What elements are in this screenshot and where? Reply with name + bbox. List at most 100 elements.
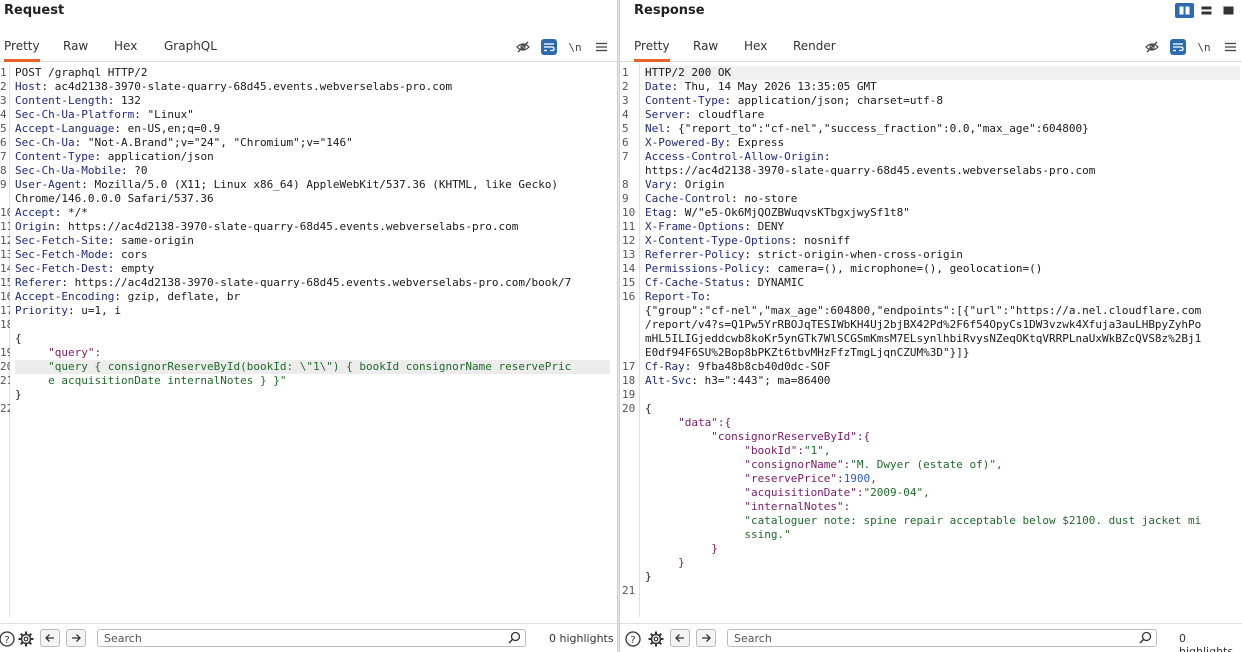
code-line[interactable]: Chrome/146.0.0.0 Safari/537.36 — [15, 192, 610, 206]
request-tab-pretty[interactable]: Pretty — [4, 34, 40, 62]
code-line[interactable]: "bookId":"1", — [645, 444, 1240, 458]
response-code[interactable]: HTTP/2 200 OK Date: Thu, 14 May 2026 13:3… — [645, 66, 1240, 598]
search-icon[interactable] — [508, 631, 521, 647]
code-line[interactable]: "reservePrice":1900, — [645, 472, 1240, 486]
code-line[interactable]: } — [645, 556, 1240, 570]
code-line[interactable] — [645, 584, 1240, 598]
newline-toggle[interactable]: \n — [567, 39, 583, 55]
code-line[interactable]: Accept-Language: en-US,en;q=0.9 — [15, 122, 610, 136]
newline-toggle[interactable]: \n — [1196, 39, 1212, 55]
request-search-input[interactable] — [98, 630, 525, 646]
code-line[interactable]: Priority: u=1, i — [15, 304, 610, 318]
response-search-input[interactable] — [728, 630, 1156, 646]
code-line[interactable]: Sec-Fetch-Site: same-origin — [15, 234, 610, 248]
response-editor[interactable]: 1 2 3 4 5 6 7 8 9 10 11 12 13 14 15 16 17 18 19 20 21 HTTP/2… — [620, 64, 1242, 617]
code-line[interactable]: "cataloguer note: spine repair acceptabl… — [645, 514, 1240, 528]
gear-icon[interactable] — [17, 630, 35, 648]
code-line[interactable]: Access-Control-Allow-Origin: — [645, 150, 1240, 164]
code-line[interactable]: /report/v4?s=Q1Pw5YrRBOJqTESIWbKH4Uj2bjB… — [645, 318, 1240, 332]
code-line[interactable]: {"group":"cf-nel","max_age":604800,"endp… — [645, 304, 1240, 318]
hamburger-menu-icon[interactable] — [593, 39, 609, 55]
code-line[interactable]: "acquisitionDate":"2009-04", — [645, 486, 1240, 500]
wrap-lines-icon[interactable] — [1170, 39, 1186, 55]
code-line[interactable]: X-Powered-By: Express — [645, 136, 1240, 150]
response-tab-hex[interactable]: Hex — [744, 34, 767, 62]
code-line[interactable]: Content-Type: application/json — [15, 150, 610, 164]
help-icon[interactable]: ? — [624, 630, 642, 648]
layout-side-by-side-icon[interactable] — [1175, 3, 1194, 18]
code-line[interactable]: Sec-Fetch-Mode: cors — [15, 248, 610, 262]
code-line[interactable]: Alt-Svc: h3=":443"; ma=86400 — [645, 374, 1240, 388]
code-line[interactable]: "consignorName":"M. Dwyer (estate of)", — [645, 458, 1240, 472]
code-line[interactable]: https://ac4d2138-3970-slate-quarry-68d45… — [645, 164, 1240, 178]
response-search[interactable] — [727, 629, 1157, 647]
code-line[interactable]: Report-To: — [645, 290, 1240, 304]
code-line[interactable]: mHL5ILIGjeddcwb8koKr5ynGTk7WlSCGSmKmsM7E… — [645, 332, 1240, 346]
code-line[interactable]: { — [645, 402, 1240, 416]
code-line[interactable]: "consignorReserveById":{ — [645, 430, 1240, 444]
arrow-left-icon[interactable] — [670, 629, 690, 647]
code-line[interactable]: Server: cloudflare — [645, 108, 1240, 122]
code-line[interactable]: Sec-Fetch-Dest: empty — [15, 262, 610, 276]
eye-slash-icon[interactable] — [515, 39, 531, 55]
code-line[interactable]: ssing." — [645, 528, 1240, 542]
code-line[interactable]: Content-Length: 132 — [15, 94, 610, 108]
code-line[interactable]: Permissions-Policy: camera=(), microphon… — [645, 262, 1240, 276]
search-icon[interactable] — [1139, 631, 1152, 647]
code-line[interactable]: POST /graphql HTTP/2 — [15, 66, 610, 80]
arrow-right-icon[interactable] — [696, 629, 716, 647]
arrow-left-icon[interactable] — [40, 629, 60, 647]
code-line[interactable]: Sec-Ch-Ua-Mobile: ?0 — [15, 164, 610, 178]
code-line[interactable]: Etag: W/"e5-Ok6MjQOZBWuqvsKTbgxjwySf1t8" — [645, 206, 1240, 220]
code-line[interactable]: Sec-Ch-Ua: "Not-A.Brand";v="24", "Chromi… — [15, 136, 610, 150]
code-line[interactable]: Cf-Cache-Status: DYNAMIC — [645, 276, 1240, 290]
code-line[interactable]: "data":{ — [645, 416, 1240, 430]
code-line[interactable]: } — [645, 542, 1240, 556]
layout-tabs-icon[interactable] — [1219, 3, 1238, 18]
code-line[interactable] — [645, 388, 1240, 402]
code-line[interactable]: Vary: Origin — [645, 178, 1240, 192]
code-line[interactable]: "internalNotes": — [645, 500, 1240, 514]
code-line[interactable]: Origin: https://ac4d2138-3970-slate-quar… — [15, 220, 610, 234]
code-line[interactable]: Sec-Ch-Ua-Platform: "Linux" — [15, 108, 610, 122]
request-tab-hex[interactable]: Hex — [114, 34, 137, 62]
request-editor[interactable]: 1 2 3 4 5 6 7 8 9 10 11 12 13 14 15 16 17 18 19 20 21 22 POST… — [0, 64, 617, 617]
code-line[interactable]: Host: ac4d2138-3970-slate-quarry-68d45.e… — [15, 80, 610, 94]
code-line[interactable]: Cf-Ray: 9fba48b8cb40d0dc-SOF — [645, 360, 1240, 374]
code-line[interactable]: Referer: https://ac4d2138-3970-slate-qua… — [15, 276, 610, 290]
response-tab-pretty[interactable]: Pretty — [634, 34, 670, 62]
hamburger-menu-icon[interactable] — [1222, 39, 1238, 55]
code-line[interactable]: Referrer-Policy: strict-origin-when-cros… — [645, 248, 1240, 262]
code-line[interactable]: Nel: {"report_to":"cf-nel","success_frac… — [645, 122, 1240, 136]
wrap-lines-icon[interactable] — [541, 39, 557, 55]
code-line[interactable]: Accept: */* — [15, 206, 610, 220]
code-line[interactable]: Cache-Control: no-store — [645, 192, 1240, 206]
code-line[interactable]: Date: Thu, 14 May 2026 13:35:05 GMT — [645, 80, 1240, 94]
response-tab-raw[interactable]: Raw — [693, 34, 718, 62]
code-line[interactable] — [15, 318, 610, 332]
request-tab-raw[interactable]: Raw — [63, 34, 88, 62]
code-line[interactable]: X-Frame-Options: DENY — [645, 220, 1240, 234]
layout-stacked-icon[interactable] — [1197, 3, 1216, 18]
code-line[interactable]: E0df94F6SU%2Bop8bPKZt6tbvMHzFfzTmgLjqnCZ… — [645, 346, 1240, 360]
request-search[interactable] — [97, 629, 526, 647]
gear-icon[interactable] — [647, 630, 665, 648]
code-line[interactable]: HTTP/2 200 OK — [645, 66, 1240, 80]
request-code[interactable]: POST /graphql HTTP/2 Host: ac4d2138-3970-… — [15, 66, 610, 402]
code-line[interactable]: Content-Type: application/json; charset=… — [645, 94, 1240, 108]
response-tab-render[interactable]: Render — [793, 34, 836, 62]
code-line[interactable]: } — [15, 388, 610, 402]
eye-slash-icon[interactable] — [1144, 39, 1160, 55]
code-line[interactable]: Accept-Encoding: gzip, deflate, br — [15, 290, 610, 304]
code-line[interactable]: X-Content-Type-Options: nosniff — [645, 234, 1240, 248]
help-icon[interactable]: ? — [0, 630, 16, 648]
json-token: "2009-04", — [863, 486, 930, 499]
request-tab-graphql[interactable]: GraphQL — [164, 34, 217, 62]
code-line[interactable]: } — [645, 570, 1240, 584]
arrow-right-icon[interactable] — [66, 629, 86, 647]
code-line[interactable]: e acquisitionDate internalNotes } }" — [15, 374, 610, 388]
code-line[interactable]: { — [15, 332, 610, 346]
code-line[interactable]: User-Agent: Mozilla/5.0 (X11; Linux x86_… — [15, 178, 610, 192]
code-line[interactable]: "query { consignorReserveById(bookId: \"… — [15, 360, 610, 374]
code-line[interactable]: "query": — [15, 346, 610, 360]
